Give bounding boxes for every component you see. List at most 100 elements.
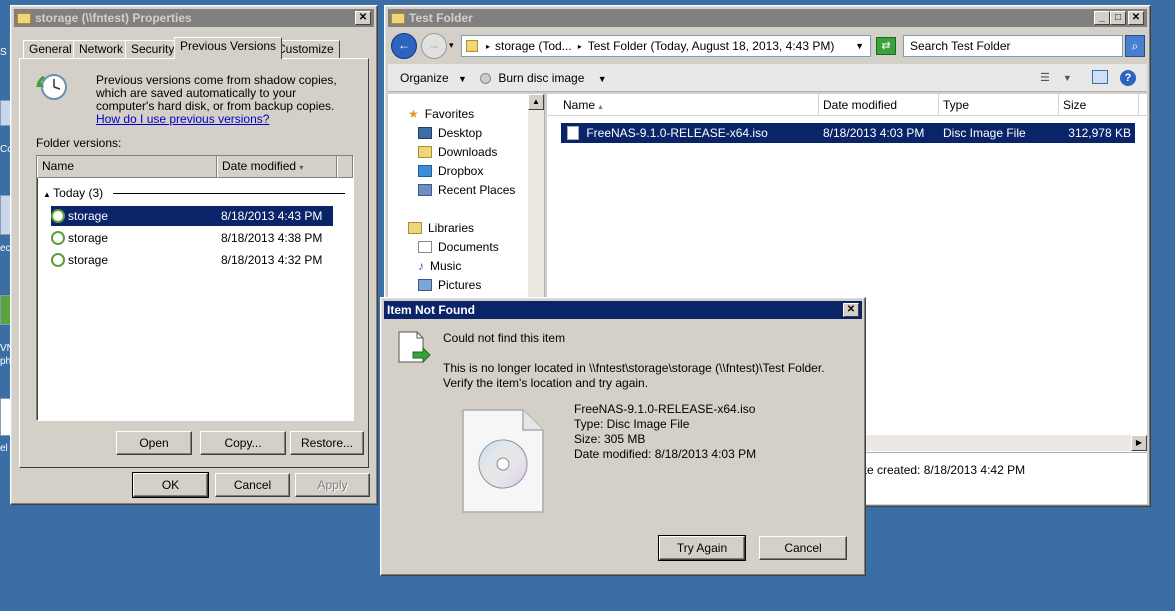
scroll-right-icon[interactable]: ▶: [1131, 435, 1147, 451]
properties-titlebar[interactable]: storage (\\fntest) Properties ✕: [14, 9, 374, 27]
nav-libraries[interactable]: Libraries: [408, 219, 474, 238]
help-icon[interactable]: ?: [1120, 70, 1136, 86]
pictures-icon: [418, 279, 432, 291]
desktop-icon: [418, 127, 432, 139]
version-row[interactable]: storage 8/18/2013 4:32 PM: [51, 250, 333, 270]
sort-arrow-icon: ▲: [595, 104, 604, 111]
column-header-size[interactable]: Size: [1063, 98, 1086, 112]
disc-image-thumbnail: [461, 408, 545, 514]
breadcrumb-storage[interactable]: storage (Tod...: [495, 39, 572, 53]
breadcrumb-test-folder[interactable]: Test Folder (Today, August 18, 2013, 4:4…: [588, 39, 835, 53]
tab-previous-versions[interactable]: Previous Versions: [174, 37, 283, 59]
properties-title: storage (\\fntest) Properties: [35, 11, 192, 25]
disc-icon: [480, 73, 491, 84]
open-button[interactable]: Open: [116, 431, 192, 455]
column-header-blank: [337, 156, 353, 178]
copy-button[interactable]: Copy...: [200, 431, 286, 455]
nav-recent-places[interactable]: Recent Places: [418, 181, 515, 200]
version-icon: [51, 209, 65, 223]
chevron-down-icon: ▼: [458, 74, 467, 84]
explorer-title: Test Folder: [409, 11, 473, 25]
minimize-icon[interactable]: _: [1094, 11, 1110, 25]
try-again-button[interactable]: Try Again: [658, 535, 746, 561]
star-icon: ★: [408, 107, 419, 121]
nav-documents[interactable]: Documents: [418, 238, 499, 257]
close-icon[interactable]: ✕: [843, 303, 859, 317]
folder-icon: [466, 40, 478, 52]
tab-network[interactable]: Network: [73, 40, 130, 58]
chevron-down-icon: ▼: [597, 74, 607, 84]
column-header-type[interactable]: Type: [943, 98, 969, 112]
folder-icon: [17, 12, 31, 24]
folder-versions-label: Folder versions:: [36, 136, 122, 150]
history-dropdown-icon[interactable]: ▾: [449, 40, 454, 51]
sort-arrow-icon: ▾: [299, 163, 304, 172]
view-options-icon[interactable]: ☰ ▼: [1040, 71, 1072, 84]
nav-music[interactable]: ♪ Music: [418, 257, 461, 276]
restore-button[interactable]: Restore...: [290, 431, 364, 455]
details-date-created: ate created: 8/18/2013 4:42 PM: [857, 463, 1026, 477]
group-header[interactable]: ▲ Today (3): [43, 186, 345, 200]
column-header-name[interactable]: Name ▲: [563, 98, 604, 112]
help-link[interactable]: How do I use previous versions?: [96, 112, 269, 126]
column-header-date[interactable]: Date modified ▾: [217, 156, 337, 178]
nav-dropbox[interactable]: Dropbox: [418, 162, 483, 181]
dialog-heading: Could not find this item: [443, 331, 566, 345]
column-header-date[interactable]: Date modified: [823, 98, 897, 112]
dialog-cancel-button[interactable]: Cancel: [759, 536, 847, 560]
breadcrumb-separator-icon: ▸: [486, 41, 491, 51]
address-bar[interactable]: ▸ storage (Tod... ▸ Test Folder (Today, …: [461, 35, 871, 57]
version-row[interactable]: storage 8/18/2013 4:38 PM: [51, 228, 333, 248]
nav-desktop[interactable]: Desktop: [418, 124, 482, 143]
search-input[interactable]: Search Test Folder: [903, 35, 1123, 57]
close-icon[interactable]: ✕: [355, 11, 371, 25]
disc-image-file-icon: [567, 126, 579, 140]
item-not-found-dialog: Item Not Found ✕ Could not find this ite…: [380, 297, 866, 576]
tab-security[interactable]: Security: [125, 40, 181, 58]
file-info: FreeNAS-9.1.0-RELEASE-x64.iso Type: Disc…: [574, 402, 756, 462]
file-info-type: Type: Disc Image File: [574, 417, 690, 431]
close-icon[interactable]: ✕: [1128, 11, 1144, 25]
nav-favorites[interactable]: ★ Favorites: [408, 105, 474, 124]
tab-general[interactable]: General: [23, 40, 78, 58]
downloads-icon: [418, 146, 432, 158]
collapse-icon[interactable]: ▲: [43, 190, 53, 199]
dropbox-icon: [418, 165, 432, 177]
version-row[interactable]: storage 8/18/2013 4:43 PM: [51, 206, 333, 226]
address-dropdown-icon[interactable]: ▼: [855, 41, 864, 51]
move-file-icon: [397, 328, 431, 366]
documents-icon: [418, 241, 432, 253]
organize-button[interactable]: Organize ▼: [400, 71, 467, 85]
scroll-up-icon[interactable]: ▲: [528, 94, 544, 110]
file-info-name: FreeNAS-9.1.0-RELEASE-x64.iso: [574, 402, 756, 416]
maximize-icon[interactable]: □: [1110, 11, 1126, 25]
search-icon[interactable]: ⌕: [1125, 35, 1145, 57]
dialog-titlebar[interactable]: Item Not Found ✕: [384, 301, 862, 319]
nav-downloads[interactable]: Downloads: [418, 143, 497, 162]
dialog-message-line2: Verify the item's location and try again…: [443, 376, 649, 390]
nav-pictures[interactable]: Pictures: [418, 276, 481, 295]
recent-places-icon: [418, 184, 432, 196]
desktop-label-6: el: [0, 443, 8, 454]
apply-button[interactable]: Apply: [295, 473, 370, 497]
explorer-titlebar[interactable]: Test Folder _ □ ✕: [388, 9, 1147, 27]
back-button[interactable]: ←: [391, 33, 417, 59]
version-icon: [51, 253, 65, 267]
preview-pane-icon[interactable]: [1092, 70, 1108, 84]
versions-list[interactable]: Name Date modified ▾ ▲ Today (3) storage…: [36, 155, 354, 421]
burn-disc-image-button[interactable]: Burn disc image ▼: [480, 71, 607, 85]
cancel-button[interactable]: Cancel: [215, 473, 290, 497]
file-list-header: Name ▲ Date modified Type Size: [547, 94, 1147, 116]
ok-button[interactable]: OK: [132, 472, 209, 498]
file-info-modified: Date modified: 8/18/2013 4:03 PM: [574, 447, 757, 461]
file-info-size: Size: 305 MB: [574, 432, 646, 446]
dialog-title: Item Not Found: [387, 303, 475, 317]
version-icon: [51, 231, 65, 245]
refresh-button[interactable]: ⇄: [876, 37, 896, 55]
breadcrumb-separator-icon: ▸: [577, 41, 582, 51]
file-row[interactable]: FreeNAS-9.1.0-RELEASE-x64.iso 8/18/2013 …: [561, 123, 1135, 143]
music-icon: ♪: [418, 259, 424, 273]
forward-button[interactable]: →: [421, 33, 447, 59]
folder-icon: [391, 12, 405, 24]
column-header-name[interactable]: Name: [37, 156, 217, 178]
